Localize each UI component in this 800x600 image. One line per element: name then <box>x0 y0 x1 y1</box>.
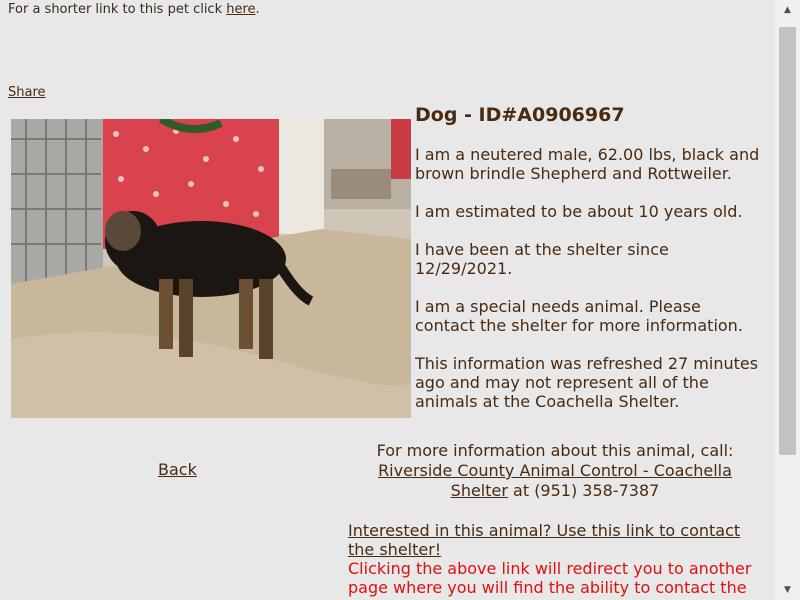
scroll-up-arrow-icon[interactable]: ▲ <box>775 0 800 20</box>
shorter-link[interactable]: here <box>226 2 255 17</box>
scrollbar-thumb[interactable] <box>779 27 796 455</box>
pet-shelter-since: I have been at the shelter since 12/29/2… <box>415 240 669 278</box>
shorter-link-line: For a shorter link to this pet click her… <box>8 2 260 17</box>
vertical-scrollbar[interactable]: ▲ ▼ <box>775 0 800 600</box>
pet-title: Dog - ID#A0906967 <box>415 104 625 126</box>
scroll-down-arrow-icon[interactable]: ▼ <box>775 580 800 600</box>
contact-shelter-link[interactable]: Interested in this animal? Use this link… <box>348 521 740 559</box>
pet-special-needs: I am a special needs animal. Please cont… <box>415 297 743 335</box>
shelter-phone: at (951) 358-7387 <box>507 481 660 500</box>
back-link[interactable]: Back <box>158 460 197 479</box>
contact-intro: For more information about this animal, … <box>376 441 734 460</box>
contact-info: For more information about this animal, … <box>355 441 755 501</box>
shorter-link-text: For a shorter link to this pet click <box>8 2 227 17</box>
share-link[interactable]: Share <box>8 85 46 100</box>
pet-detail-page: For a shorter link to this pet click her… <box>0 0 775 600</box>
pet-age: I am estimated to be about 10 years old. <box>415 202 743 221</box>
pet-info: Dog - ID#A0906967 I am a neutered male, … <box>415 103 765 430</box>
pet-photo <box>11 119 411 418</box>
interest-section: Interested in this animal? Use this link… <box>348 521 768 600</box>
pet-refresh-note: This information was refreshed 27 minute… <box>415 354 759 411</box>
redirect-note: Clicking the above link will redirect yo… <box>348 559 752 600</box>
pet-description: I am a neutered male, 62.00 lbs, black a… <box>415 145 760 183</box>
shorter-link-suffix: . <box>255 2 260 17</box>
contact-line: Riverside County Animal Control - Coache… <box>355 461 755 501</box>
